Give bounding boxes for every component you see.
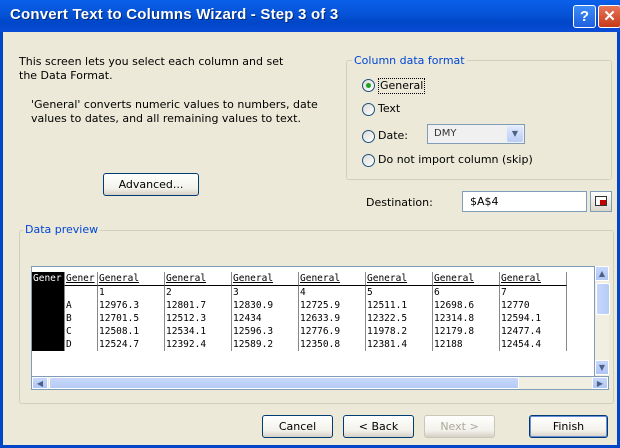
- preview-cell: 12589.2: [232, 338, 299, 351]
- preview-cell: 12801.7: [165, 299, 232, 312]
- preview-cell: 11978.2: [366, 325, 433, 338]
- scroll-down-icon[interactable]: ▼: [595, 360, 609, 375]
- general-label[interactable]: General: [378, 78, 426, 94]
- chevron-down-icon[interactable]: ▼: [507, 126, 523, 142]
- back-button[interactable]: < Back: [343, 415, 414, 438]
- preview-cell: [32, 325, 65, 338]
- preview-cell: 7: [500, 286, 567, 299]
- column-header[interactable]: General: [433, 272, 500, 286]
- date-label[interactable]: Date:: [378, 129, 408, 143]
- preview-cell: 12701.5: [98, 312, 165, 325]
- data-preview-title: Data preview: [23, 223, 101, 237]
- preview-cell: [32, 286, 65, 299]
- close-icon: ✕: [603, 8, 616, 25]
- range-select-icon: [595, 196, 607, 206]
- scroll-right-icon[interactable]: ▶: [592, 377, 608, 389]
- collapse-dialog-button[interactable]: [590, 191, 612, 212]
- preview-cell: 6: [433, 286, 500, 299]
- preview-cell: 12776.9: [299, 325, 366, 338]
- text-radio[interactable]: [362, 103, 375, 116]
- window-title: Convert Text to Columns Wizard - Step 3 …: [10, 6, 339, 23]
- help-button[interactable]: ?: [573, 5, 596, 28]
- preview-cell: 4: [299, 286, 366, 299]
- skip-radio[interactable]: [362, 154, 375, 167]
- general-description-1: 'General' converts numeric values to num…: [31, 98, 318, 111]
- preview-cell: 3: [232, 286, 299, 299]
- destination-input[interactable]: $A$4: [462, 191, 587, 212]
- preview-cell: [32, 299, 65, 312]
- preview-cell: [32, 338, 65, 351]
- column-header[interactable]: General: [299, 272, 366, 286]
- preview-cell: 12534.1: [165, 325, 232, 338]
- preview-cell: 12454.4: [500, 338, 567, 351]
- column-header[interactable]: Gener: [65, 272, 98, 286]
- title-bar: Convert Text to Columns Wizard - Step 3 …: [0, 0, 620, 32]
- horizontal-scrollbar[interactable]: ◀ ▶: [31, 376, 609, 390]
- preview-cell: 12830.9: [232, 299, 299, 312]
- preview-cell: 12596.3: [232, 325, 299, 338]
- preview-cell: 12770: [500, 299, 567, 312]
- column-header[interactable]: General: [366, 272, 433, 286]
- preview-cell: 12594.1: [500, 312, 567, 325]
- question-icon: ?: [579, 8, 590, 25]
- preview-cell: 12350.8: [299, 338, 366, 351]
- scroll-left-icon[interactable]: ◀: [32, 377, 48, 389]
- finish-button[interactable]: Finish: [529, 415, 608, 438]
- advanced-button[interactable]: Advanced...: [103, 173, 199, 196]
- cancel-button[interactable]: Cancel: [262, 415, 333, 438]
- preview-cell: 2: [165, 286, 232, 299]
- skip-label[interactable]: Do not import column (skip): [378, 153, 533, 167]
- preview-cell: [65, 286, 98, 299]
- preview-cell: 12698.6: [433, 299, 500, 312]
- next-button[interactable]: Next >: [424, 415, 495, 438]
- scroll-up-icon[interactable]: ▲: [595, 266, 609, 281]
- column-header[interactable]: General: [232, 272, 299, 286]
- preview-cell: C: [65, 325, 98, 338]
- preview-cell: 12725.9: [299, 299, 366, 312]
- preview-cell: 12314.8: [433, 312, 500, 325]
- date-radio[interactable]: [362, 130, 375, 143]
- preview-cell: B: [65, 312, 98, 325]
- destination-label: Destination:: [366, 196, 433, 209]
- preview-cell: A: [65, 299, 98, 312]
- preview-cell: 5: [366, 286, 433, 299]
- preview-cell: 12434: [232, 312, 299, 325]
- preview-cell: 12511.1: [366, 299, 433, 312]
- column-header[interactable]: General: [98, 272, 165, 286]
- intro-line-1: This screen lets you select each column …: [19, 55, 284, 68]
- preview-cell: 12524.7: [98, 338, 165, 351]
- column-header[interactable]: General: [500, 272, 567, 286]
- date-format-select[interactable]: DMY ▼: [427, 124, 525, 144]
- vertical-scrollbar[interactable]: ▲ ▼: [594, 266, 610, 376]
- date-format-value: DMY: [434, 128, 457, 139]
- horizontal-scroll-thumb[interactable]: [49, 377, 519, 389]
- preview-cell: 12392.4: [165, 338, 232, 351]
- preview-cell: 1: [98, 286, 165, 299]
- column-data-format-title: Column data format: [352, 54, 467, 68]
- vertical-scroll-thumb[interactable]: [596, 283, 610, 315]
- text-label[interactable]: Text: [378, 102, 400, 116]
- preview-cell: 12512.3: [165, 312, 232, 325]
- general-radio[interactable]: [362, 79, 375, 92]
- preview-cell: 12508.1: [98, 325, 165, 338]
- general-description-2: values to dates, and all remaining value…: [31, 112, 301, 125]
- intro-line-2: the Data Format.: [19, 69, 113, 82]
- preview-cell: 12188: [433, 338, 500, 351]
- column-header[interactable]: General: [165, 272, 232, 286]
- preview-cell: 12976.3: [98, 299, 165, 312]
- preview-cell: 12322.5: [366, 312, 433, 325]
- preview-cell: 12179.8: [433, 325, 500, 338]
- close-button[interactable]: ✕: [598, 5, 620, 28]
- destination-value: $A$4: [470, 195, 499, 208]
- preview-cell: 12381.4: [366, 338, 433, 351]
- data-preview-grid[interactable]: Gener Gener A B C D General 1 12976.3 12701.5 1250…: [31, 266, 609, 385]
- preview-cell: D: [65, 338, 98, 351]
- preview-cell: 12477.4: [500, 325, 567, 338]
- preview-cell: [32, 312, 65, 325]
- column-header[interactable]: Gener: [32, 272, 65, 286]
- preview-cell: 12633.9: [299, 312, 366, 325]
